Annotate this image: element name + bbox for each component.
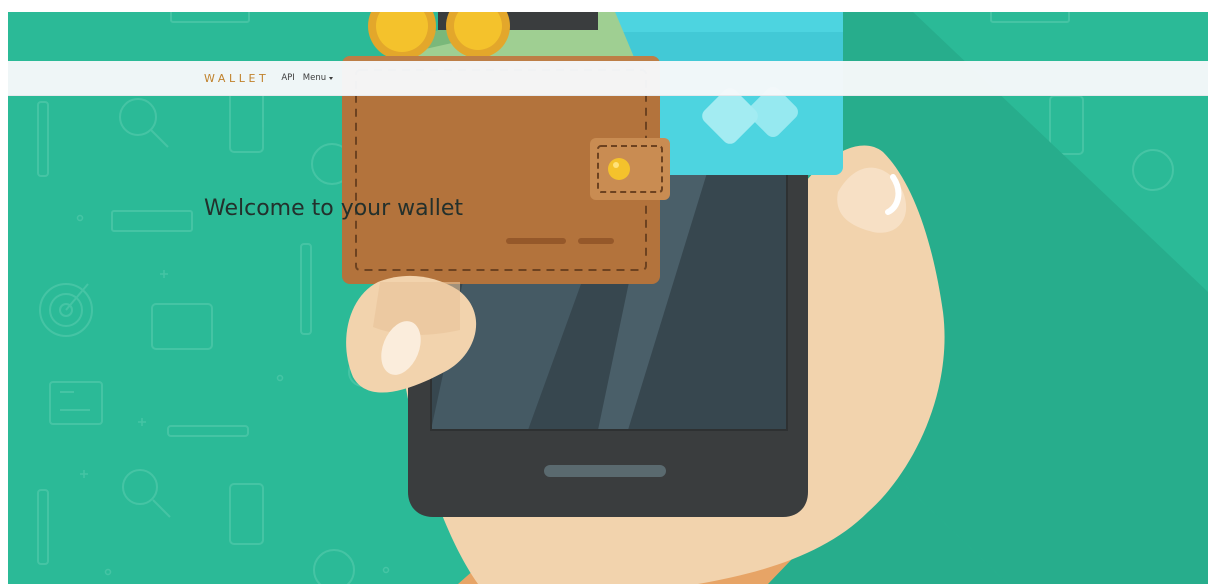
hero-heading: Welcome to your wallet bbox=[204, 196, 464, 221]
nav-menu-label: Menu bbox=[302, 73, 327, 83]
top-navbar: WALLET API Menu bbox=[8, 61, 1208, 96]
nav-menu-dropdown[interactable]: Menu bbox=[302, 73, 334, 83]
magnifier-icon bbox=[122, 469, 171, 518]
brand-logo[interactable]: WALLET bbox=[204, 72, 269, 85]
hero-section bbox=[8, 12, 1208, 584]
nav-link-api[interactable]: API bbox=[281, 73, 294, 83]
chevron-down-icon bbox=[329, 76, 334, 80]
target-icon bbox=[39, 283, 93, 337]
magnifier-icon bbox=[119, 98, 169, 148]
hero-illustration bbox=[37, 12, 1208, 584]
id-card-icon bbox=[49, 381, 103, 425]
